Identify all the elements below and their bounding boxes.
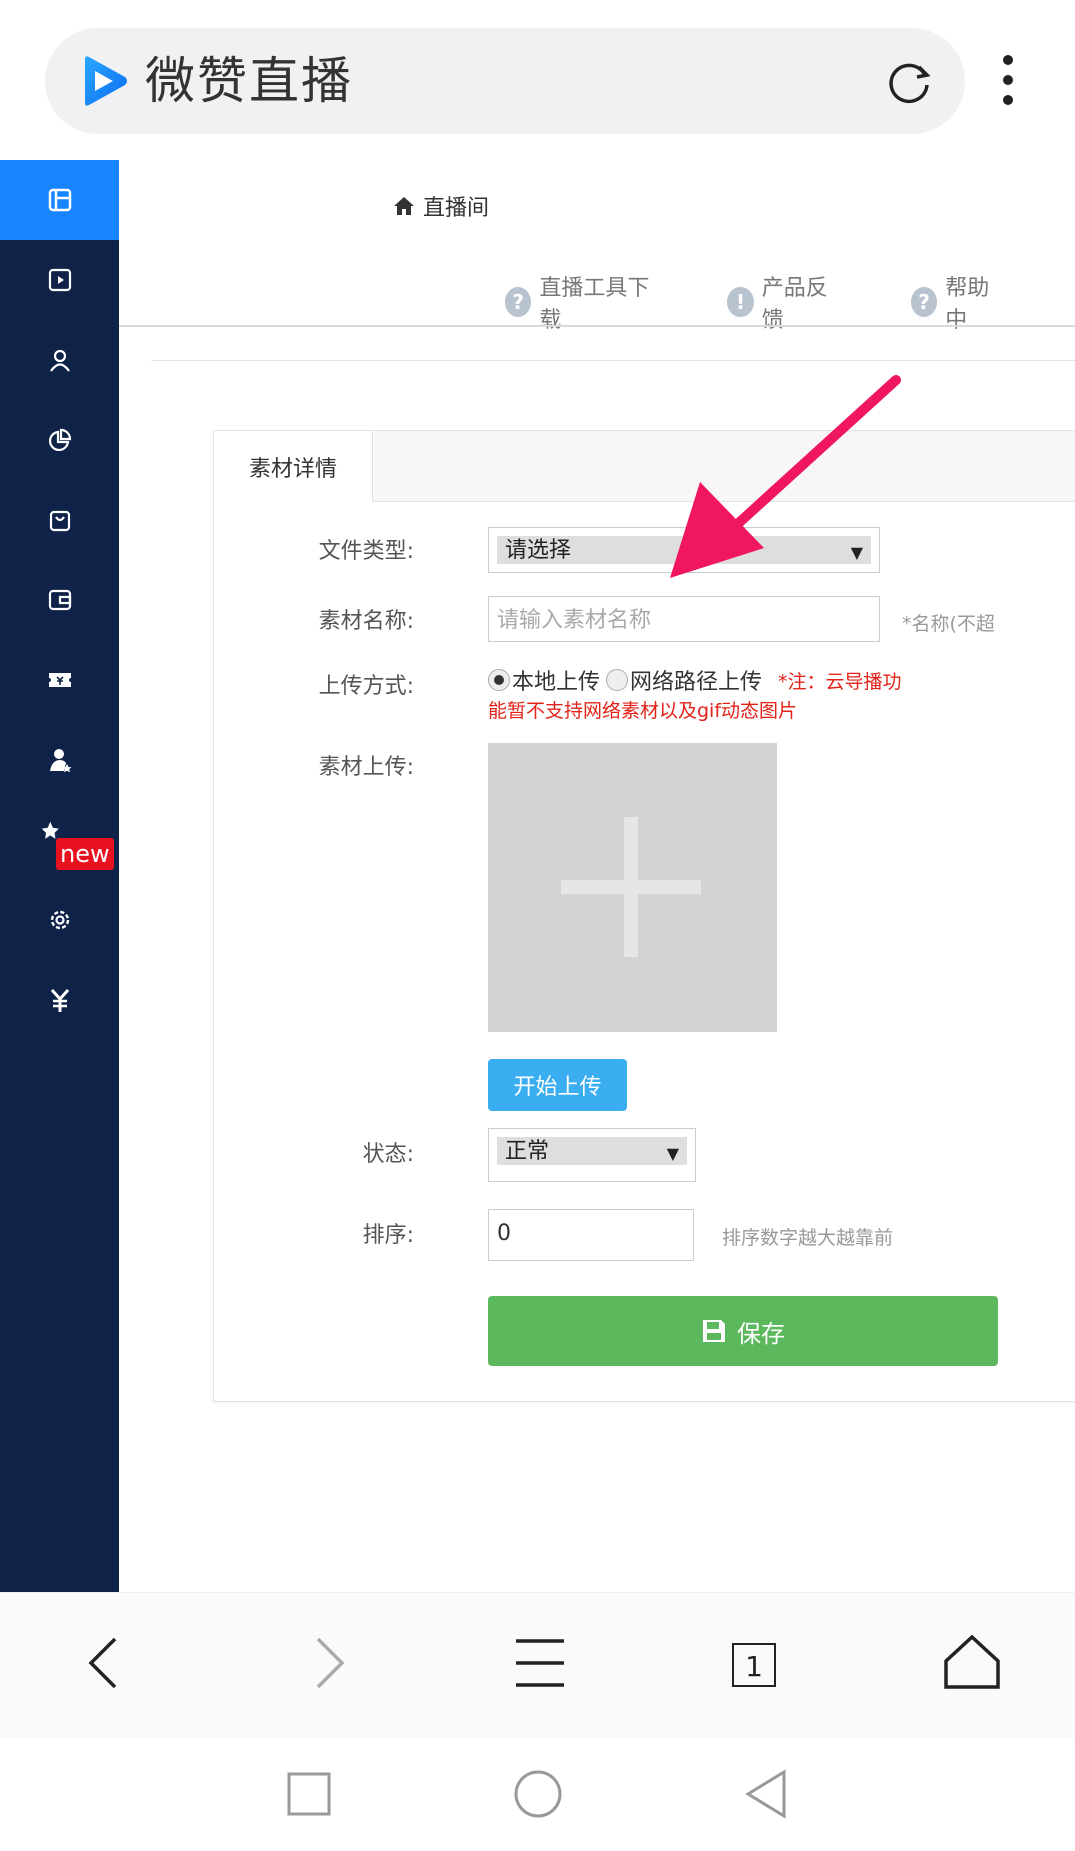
back-icon[interactable] (75, 1633, 135, 1693)
status-label: 状态: (362, 1142, 414, 1167)
browser-bottom-bar: 1 (0, 1592, 1075, 1739)
sidebar-item-tickets[interactable] (0, 640, 119, 720)
save-label: 保存 (737, 1319, 785, 1348)
address-bar[interactable]: 微赞直播 (45, 28, 965, 134)
new-badge: new (56, 838, 114, 870)
sidebar (0, 160, 119, 1592)
user-icon (49, 349, 70, 372)
material-name-placeholder: 请输入素材名称 (497, 608, 652, 633)
hamburger-menu-icon[interactable] (510, 1633, 570, 1693)
material-detail-card: 素材详情 文件类型: 请选择 ▼ 素材名称: 请输入素材名称 *名称(不超 上传… (213, 430, 1075, 1402)
sidebar-item-users[interactable] (0, 320, 119, 400)
recent-apps-icon[interactable] (283, 1768, 335, 1820)
home-icon (394, 197, 414, 215)
ticket-icon (48, 673, 71, 687)
status-select[interactable]: 正常 ▼ (488, 1128, 696, 1182)
system-nav-bar (0, 1738, 1075, 1851)
forward-icon[interactable] (298, 1633, 358, 1693)
local-upload-label: 本地上传 (512, 670, 601, 695)
upload-note-line1: *注：云导播功 (778, 670, 902, 693)
gear-icon (50, 910, 69, 930)
user-star-icon (49, 749, 71, 773)
sidebar-item-stats[interactable] (0, 400, 119, 480)
sidebar-item-shop[interactable] (0, 480, 119, 560)
sidebar-item-live[interactable] (0, 240, 119, 320)
upload-note-line2: 能暂不支持网络素材以及gif动态图片 (488, 700, 798, 722)
material-name-input[interactable]: 请输入素材名称 (488, 596, 880, 642)
pie-chart-icon (48, 428, 71, 451)
status-value: 正常 ▼ (497, 1137, 687, 1165)
site-logo-icon (85, 56, 127, 106)
breadcrumb-label: 直播间 (423, 196, 490, 221)
tab-switcher-button[interactable]: 1 (732, 1643, 776, 1687)
sidebar-item-members[interactable] (0, 720, 119, 800)
header-divider (119, 325, 1075, 327)
material-name-hint: *名称(不超 (902, 613, 995, 635)
dropdown-arrow-icon: ▼ (666, 1144, 679, 1163)
material-name-label: 素材名称: (318, 609, 414, 634)
status-selected: 正常 (505, 1139, 550, 1164)
wallet-icon (48, 589, 71, 611)
yuan-icon (50, 989, 69, 1012)
shopping-bag-icon (49, 510, 70, 532)
layout-icon (48, 188, 71, 212)
floppy-disk-icon (703, 1320, 725, 1342)
breadcrumb[interactable]: 直播间 (393, 190, 489, 222)
system-home-icon[interactable] (512, 1768, 564, 1820)
info-circle-icon: ! (727, 287, 754, 317)
main-content: 直播间 ? 直播工具下载 ! 产品反馈 ? 帮助中 素材详情 文件类型: 请选择… (119, 160, 1075, 1592)
content-divider (151, 360, 1075, 361)
help-circle-icon: ? (910, 287, 938, 317)
tab-strip: 素材详情 (214, 431, 1075, 502)
sort-label: 排序: (362, 1223, 414, 1248)
sidebar-item-dashboard[interactable] (0, 160, 119, 240)
help-circle-icon: ? (505, 287, 532, 317)
browser-top-bar: 微赞直播 (0, 0, 1075, 160)
sidebar-item-wallet[interactable] (0, 560, 119, 640)
material-upload-label: 素材上传: (318, 755, 414, 780)
url-upload-label: 网络路径上传 (630, 670, 763, 695)
file-type-label: 文件类型: (318, 539, 414, 564)
system-back-icon[interactable] (740, 1768, 792, 1820)
sidebar-item-settings[interactable] (0, 880, 119, 960)
start-upload-button[interactable]: 开始上传 (488, 1059, 627, 1111)
tab-material-detail[interactable]: 素材详情 (214, 431, 373, 502)
sort-hint: 排序数字越大越靠前 (722, 1227, 894, 1249)
radio-local-upload[interactable] (488, 669, 510, 691)
upload-dropzone[interactable] (488, 743, 777, 1032)
site-title: 微赞直播 (145, 52, 353, 110)
home-icon[interactable] (942, 1633, 1002, 1693)
sort-input[interactable]: 0 (488, 1209, 694, 1261)
overflow-menu-icon[interactable] (1000, 55, 1016, 111)
save-button[interactable]: 保存 (488, 1296, 998, 1366)
upload-method-group: 本地上传 网络路径上传 *注：云导播功 (488, 664, 902, 696)
reload-icon[interactable] (883, 55, 935, 107)
annotation-arrow-icon (670, 375, 901, 578)
video-play-icon (48, 268, 71, 292)
file-type-selected: 请选择 (505, 538, 572, 563)
sidebar-item-finance[interactable] (0, 960, 119, 1040)
radio-url-upload[interactable] (606, 669, 629, 691)
upload-method-label: 上传方式: (318, 674, 414, 699)
